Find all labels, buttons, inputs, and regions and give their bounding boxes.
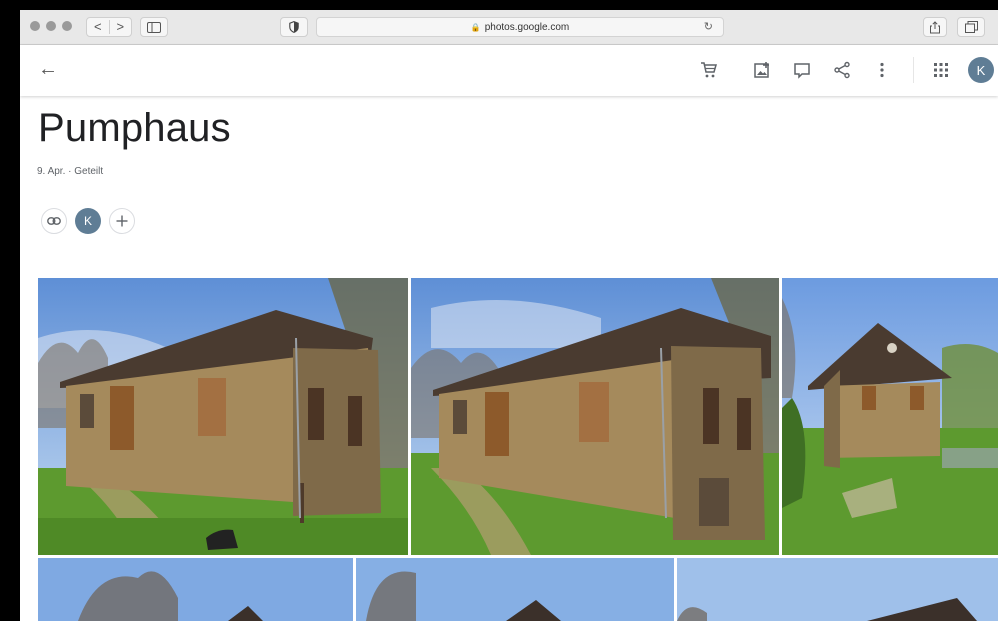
- slideshow-icon[interactable]: [791, 59, 813, 81]
- window-controls: [30, 21, 72, 31]
- minimize-window-button[interactable]: [46, 21, 56, 31]
- house-photo: [356, 558, 674, 621]
- share-icon[interactable]: [831, 59, 853, 81]
- more-vert-icon[interactable]: [871, 59, 893, 81]
- browser-toolbar: < > 🔒 photos.google.com ↻: [20, 10, 998, 45]
- share-sheet-icon: [930, 20, 940, 33]
- browser-back-button[interactable]: <: [87, 18, 109, 36]
- arrow-left-icon[interactable]: ←: [38, 59, 58, 79]
- zoom-window-button[interactable]: [62, 21, 72, 31]
- cart-icon[interactable]: [698, 59, 720, 81]
- apps-grid-icon[interactable]: [930, 59, 952, 81]
- browser-forward-button[interactable]: >: [110, 18, 132, 36]
- add-to-album-icon[interactable]: [751, 59, 773, 81]
- tab-overview-button[interactable]: [957, 17, 985, 37]
- sidebar-toggle-button[interactable]: [140, 17, 168, 37]
- lock-icon: 🔒: [470, 22, 481, 32]
- photo-thumbnail[interactable]: [782, 278, 998, 555]
- privacy-report-button[interactable]: [280, 17, 308, 37]
- close-window-button[interactable]: [30, 21, 40, 31]
- link-icon[interactable]: [41, 208, 67, 234]
- album-meta: 9. Apr. · Geteilt: [37, 166, 104, 177]
- address-bar[interactable]: 🔒 photos.google.com ↻: [316, 17, 724, 37]
- browser-window: < > 🔒 photos.google.com ↻ ← K Pumphaus 9…: [20, 10, 998, 621]
- account-avatar[interactable]: K: [968, 57, 994, 83]
- reload-icon[interactable]: ↻: [704, 20, 713, 33]
- add-person-icon[interactable]: [109, 208, 135, 234]
- owner-avatar[interactable]: K: [75, 208, 101, 234]
- photo-thumbnail[interactable]: [38, 278, 408, 555]
- photo-thumbnail[interactable]: [38, 558, 353, 621]
- app-toolbar: ← K: [20, 45, 998, 96]
- house-photo: [38, 278, 408, 555]
- house-photo: [782, 278, 998, 555]
- photo-thumbnail[interactable]: [356, 558, 674, 621]
- sidebar-icon: [147, 21, 161, 33]
- url-text: photos.google.com: [484, 21, 570, 33]
- shield-icon: [289, 21, 299, 33]
- browser-share-button[interactable]: [923, 17, 947, 37]
- album-share-chips: K: [41, 208, 135, 234]
- photo-thumbnail[interactable]: [677, 558, 998, 621]
- tabs-icon: [964, 21, 978, 33]
- browser-nav-buttons: < >: [86, 17, 132, 37]
- house-photo: [677, 558, 998, 621]
- toolbar-divider: [913, 57, 914, 83]
- photo-thumbnail[interactable]: [411, 278, 779, 555]
- album-title[interactable]: Pumphaus: [38, 106, 231, 151]
- house-photo: [411, 278, 779, 555]
- house-photo: [38, 558, 353, 621]
